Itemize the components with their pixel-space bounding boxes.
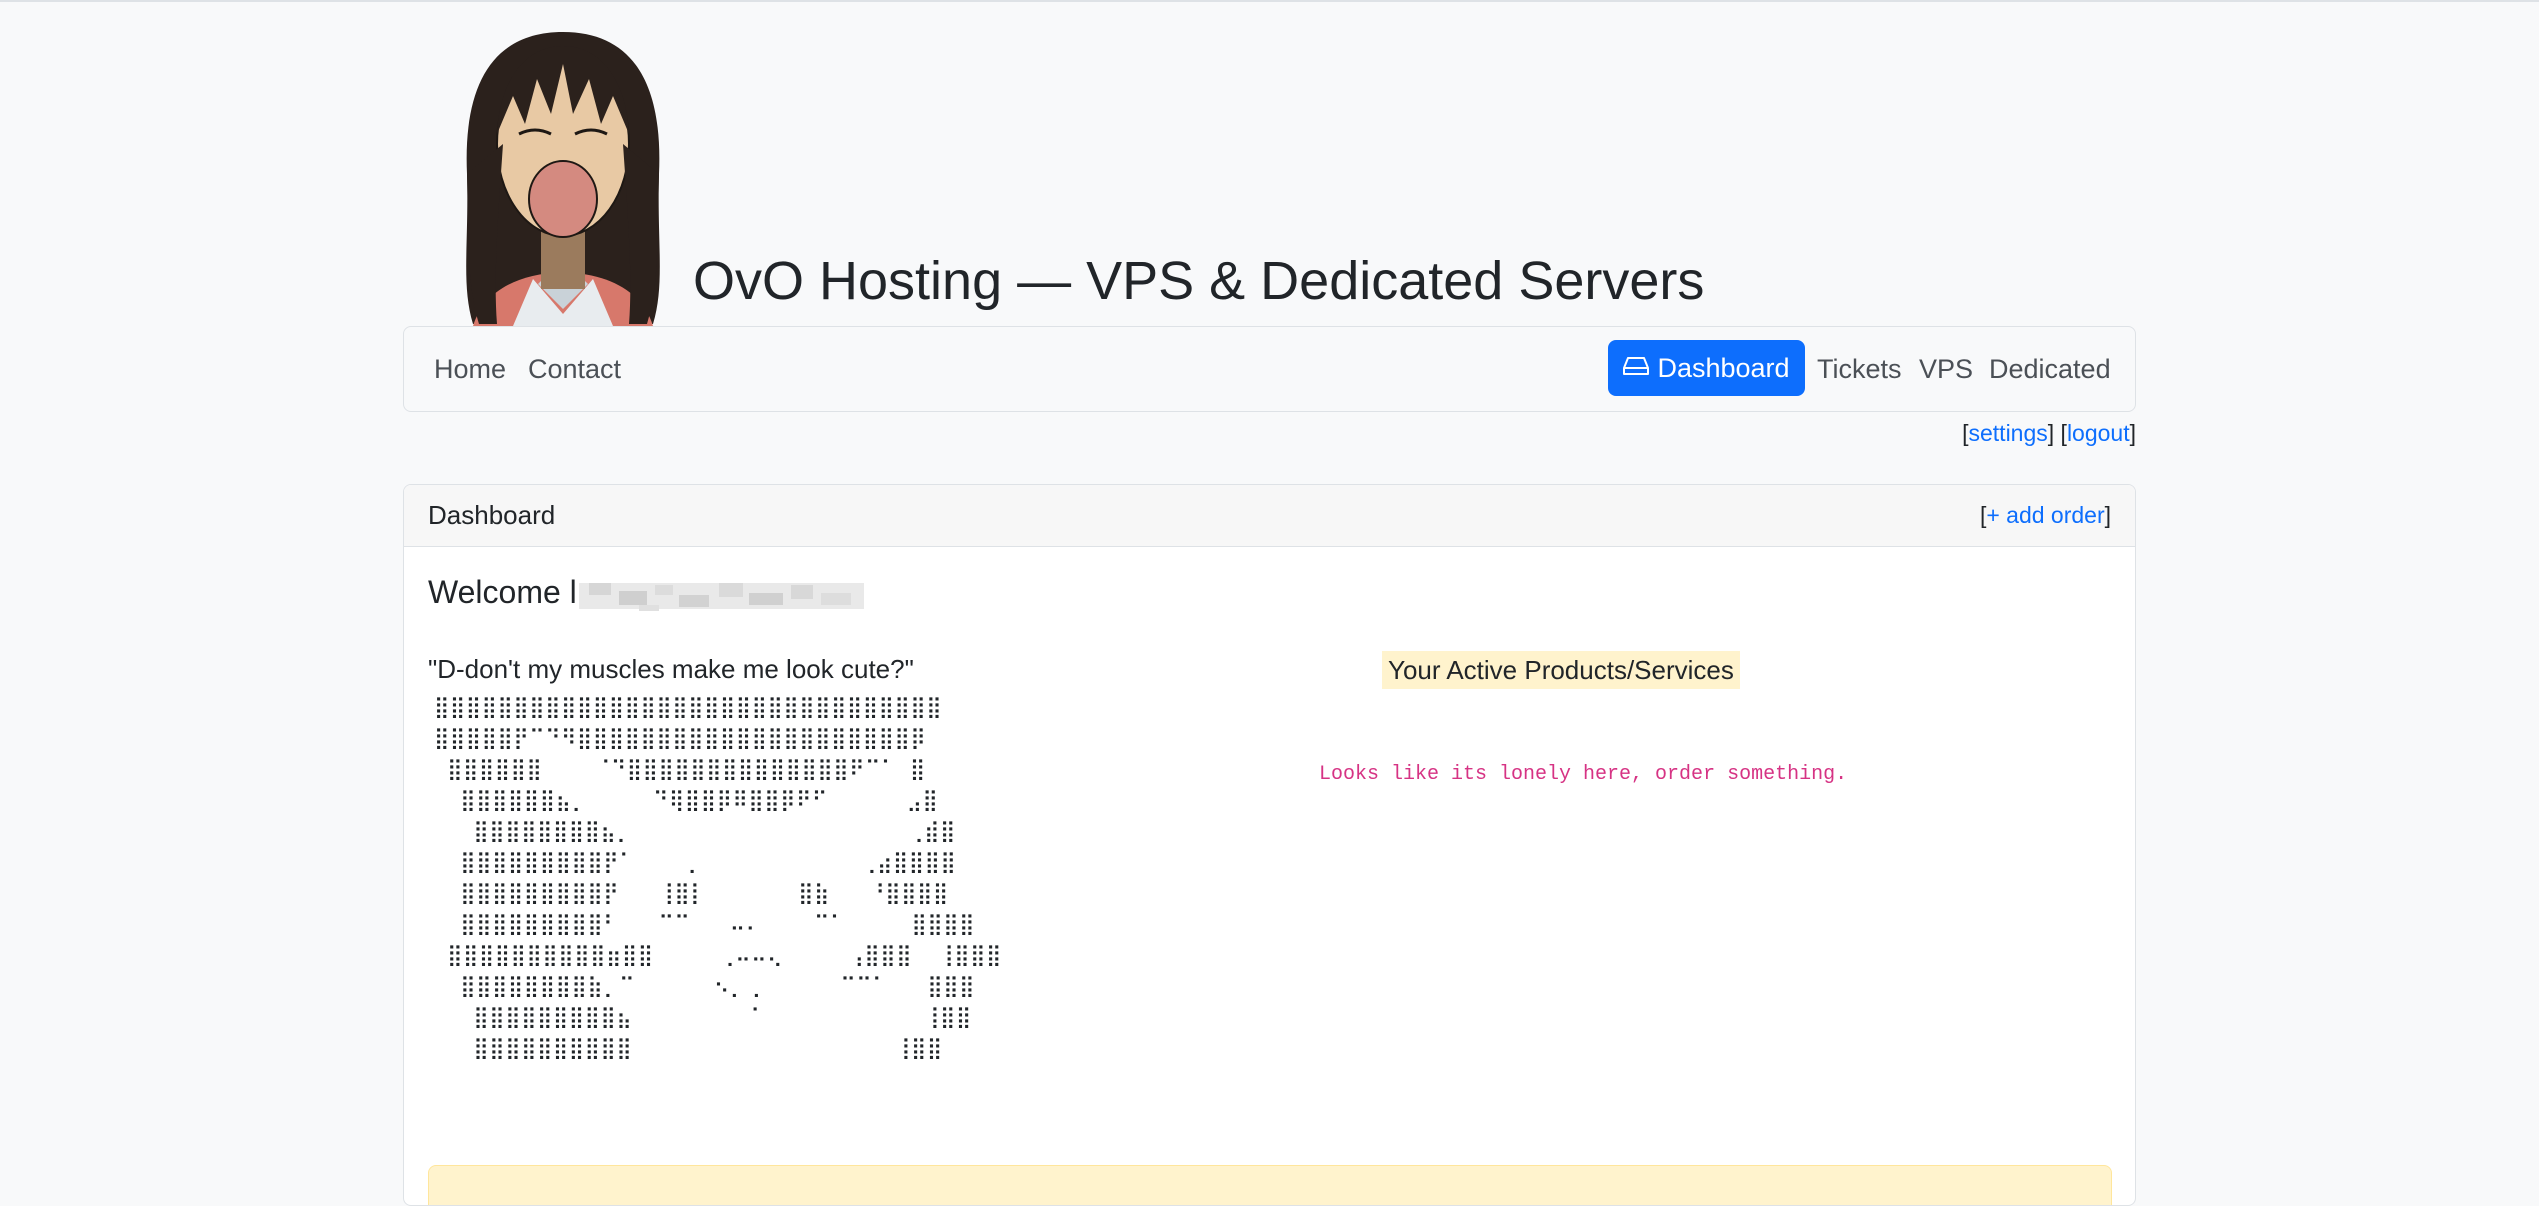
site-header: OvO Hosting — VPS & Dedicated Servers: [403, 0, 2136, 326]
main-navbar: Home Contact Dashboard Tickets VPS Dedic…: [403, 326, 2136, 412]
settings-link[interactable]: settings: [1969, 420, 2048, 446]
empty-products-message: Looks like its lonely here, order someth…: [1319, 763, 1848, 786]
alert-box: [428, 1165, 2112, 1205]
server-icon: [1623, 339, 1650, 395]
nav-dashboard-label: Dashboard: [1657, 353, 1790, 383]
nav-contact[interactable]: Contact: [528, 327, 621, 411]
add-order: [+ add order]: [1979, 502, 2111, 528]
mascot-logo: [466, 32, 660, 326]
logout-link[interactable]: logout: [2067, 420, 2130, 446]
site-title: OvO Hosting — VPS & Dedicated Servers: [693, 251, 1705, 311]
products-title: Your Active Products/Services: [1382, 651, 1740, 689]
account-links: [settings] [logout]: [1962, 420, 2136, 446]
card-header: Dashboard [+ add order]: [404, 485, 2135, 547]
quote-text: "D-don't my muscles make me look cute?": [428, 654, 914, 684]
nav-tickets[interactable]: Tickets: [1817, 327, 1902, 411]
dashboard-card: Dashboard [+ add order] Welcome l "D-don…: [403, 484, 2136, 1206]
nav-dedicated[interactable]: Dedicated: [1989, 327, 2111, 411]
ascii-art: ⣿⣿⣿⣿⣿⣿⣿⣿⣿⣿⣿⣿⣿⣿⣿⣿⣿⣿⣿⣿⣿⣿⣿⣿⣿⣿⣿⣿⣿⣿⣿⣿ ⣿⣿⣿⣿⣿⡟⠉…: [434, 695, 1002, 1060]
card-title: Dashboard: [428, 500, 556, 530]
welcome-message: Welcome l: [428, 571, 864, 613]
add-order-link[interactable]: + add order: [1986, 502, 2104, 528]
nav-home[interactable]: Home: [434, 327, 506, 411]
nav-dashboard[interactable]: Dashboard: [1608, 340, 1805, 396]
pixelated-username: [578, 582, 864, 611]
nav-vps[interactable]: VPS: [1919, 327, 1973, 411]
welcome-text: Welcome l: [428, 574, 577, 610]
